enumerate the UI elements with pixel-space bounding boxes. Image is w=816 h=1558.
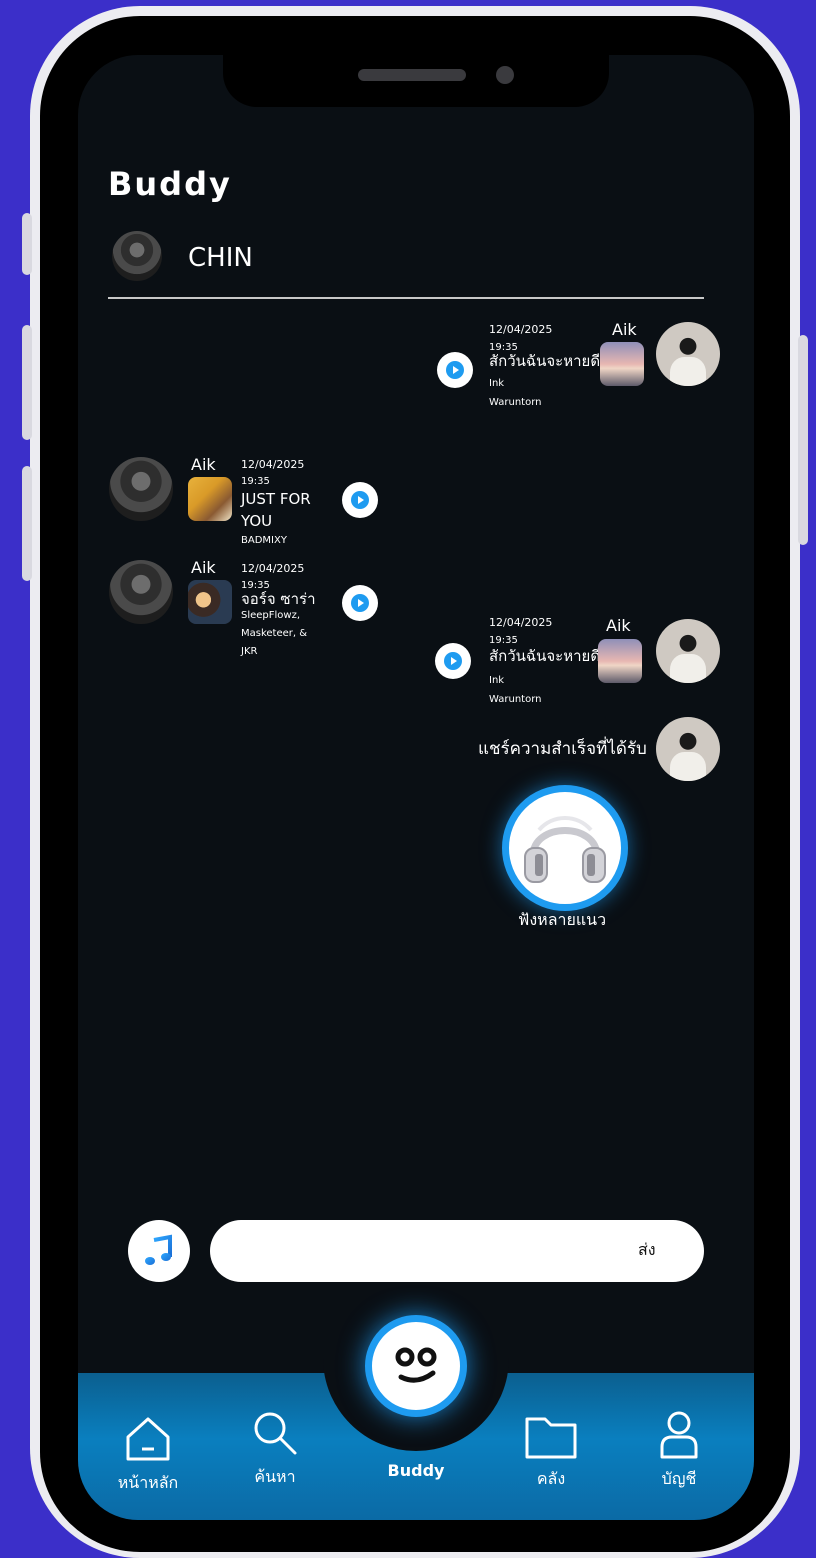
- message-date: 12/04/2025: [489, 616, 553, 629]
- play-button[interactable]: [342, 585, 378, 621]
- sender-avatar: [656, 619, 720, 683]
- music-button[interactable]: [128, 1220, 190, 1282]
- achievement-text: แชร์ความสำเร็จที่ได้รับ: [478, 739, 647, 759]
- sender-avatar: [109, 457, 173, 521]
- play-icon: [351, 491, 369, 509]
- song-artist: SleepFlowz,: [241, 610, 301, 621]
- nav-item-buddy[interactable]: Buddy: [376, 1455, 456, 1480]
- album-cover: [600, 342, 644, 386]
- sender-avatar: [656, 322, 720, 386]
- song-artist: BADMIXY: [241, 535, 287, 546]
- sender-name: Aik: [606, 616, 631, 635]
- nav-label: ค้นหา: [254, 1467, 296, 1486]
- nav-item-home[interactable]: หน้าหลัก: [108, 1413, 188, 1496]
- sender-avatar: [656, 717, 720, 781]
- message-date: 12/04/2025: [241, 562, 305, 575]
- song-title: สักวันฉันจะหายดี: [489, 647, 601, 665]
- song-title: จอร์จ ซาร่า: [241, 590, 316, 608]
- nav-item-account[interactable]: บัญชี: [644, 1409, 714, 1492]
- message-date: 12/04/2025: [489, 323, 553, 336]
- album-cover: [188, 477, 232, 521]
- album-cover: [598, 639, 642, 683]
- sender-avatar: [109, 560, 173, 624]
- search-icon: [254, 1412, 297, 1455]
- album-cover: [188, 580, 232, 624]
- sender-name: Aik: [191, 455, 216, 474]
- song-artist: Ink: [489, 378, 505, 389]
- song-artist: Waruntorn: [489, 397, 542, 408]
- message-input[interactable]: [210, 1220, 704, 1282]
- page-title: Buddy: [108, 165, 232, 203]
- contact-name[interactable]: CHIN: [188, 243, 253, 273]
- nav-item-library[interactable]: คลัง: [516, 1411, 586, 1492]
- contact-avatar[interactable]: [112, 231, 162, 281]
- side-button-left-1: [22, 213, 32, 275]
- music-note-icon: [145, 1234, 172, 1265]
- message-time: 19:35: [489, 635, 518, 646]
- buddy-face-icon: [395, 1347, 437, 1383]
- folder-icon: [525, 1417, 577, 1459]
- sender-name: Aik: [191, 558, 216, 577]
- side-button-left-2: [22, 325, 32, 440]
- achievement-badge[interactable]: [502, 785, 628, 911]
- send-button[interactable]: ส่ง: [638, 1238, 656, 1263]
- nav-label: Buddy: [387, 1461, 445, 1480]
- nav-label: คลัง: [536, 1469, 566, 1488]
- play-button[interactable]: [435, 643, 471, 679]
- song-artist: JKR: [241, 646, 258, 657]
- play-icon: [351, 594, 369, 612]
- nav-label: บัญชี: [661, 1469, 697, 1488]
- camera: [496, 66, 514, 84]
- play-button[interactable]: [437, 352, 473, 388]
- speaker: [358, 69, 466, 81]
- song-artist: Masketeer, &: [241, 628, 308, 639]
- sender-name: Aik: [612, 320, 637, 339]
- buddy-button[interactable]: [365, 1315, 467, 1417]
- play-icon: [444, 652, 462, 670]
- song-artist: Ink: [489, 675, 505, 686]
- side-button-left-3: [22, 466, 32, 581]
- header-divider: [108, 297, 704, 299]
- side-button-right: [798, 335, 808, 545]
- notch: [223, 55, 609, 107]
- play-button[interactable]: [342, 482, 378, 518]
- nav-label: หน้าหลัก: [117, 1473, 179, 1492]
- badge-label: ฟังหลายแนว: [518, 910, 607, 929]
- headphones-icon: [524, 816, 606, 883]
- home-icon: [126, 1417, 170, 1461]
- app-screen: Buddy CHIN Aik 12/04/2025 19:35 สักวันฉั…: [78, 55, 754, 1520]
- nav-item-search[interactable]: ค้นหา: [240, 1407, 310, 1490]
- song-title: YOU: [241, 512, 273, 530]
- play-icon: [446, 361, 464, 379]
- message-time: 19:35: [241, 476, 270, 487]
- song-artist: Waruntorn: [489, 694, 542, 705]
- song-title: JUST FOR: [241, 490, 311, 508]
- song-title: สักวันฉันจะหายดี: [489, 352, 601, 370]
- message-date: 12/04/2025: [241, 458, 305, 471]
- user-icon: [660, 1411, 698, 1459]
